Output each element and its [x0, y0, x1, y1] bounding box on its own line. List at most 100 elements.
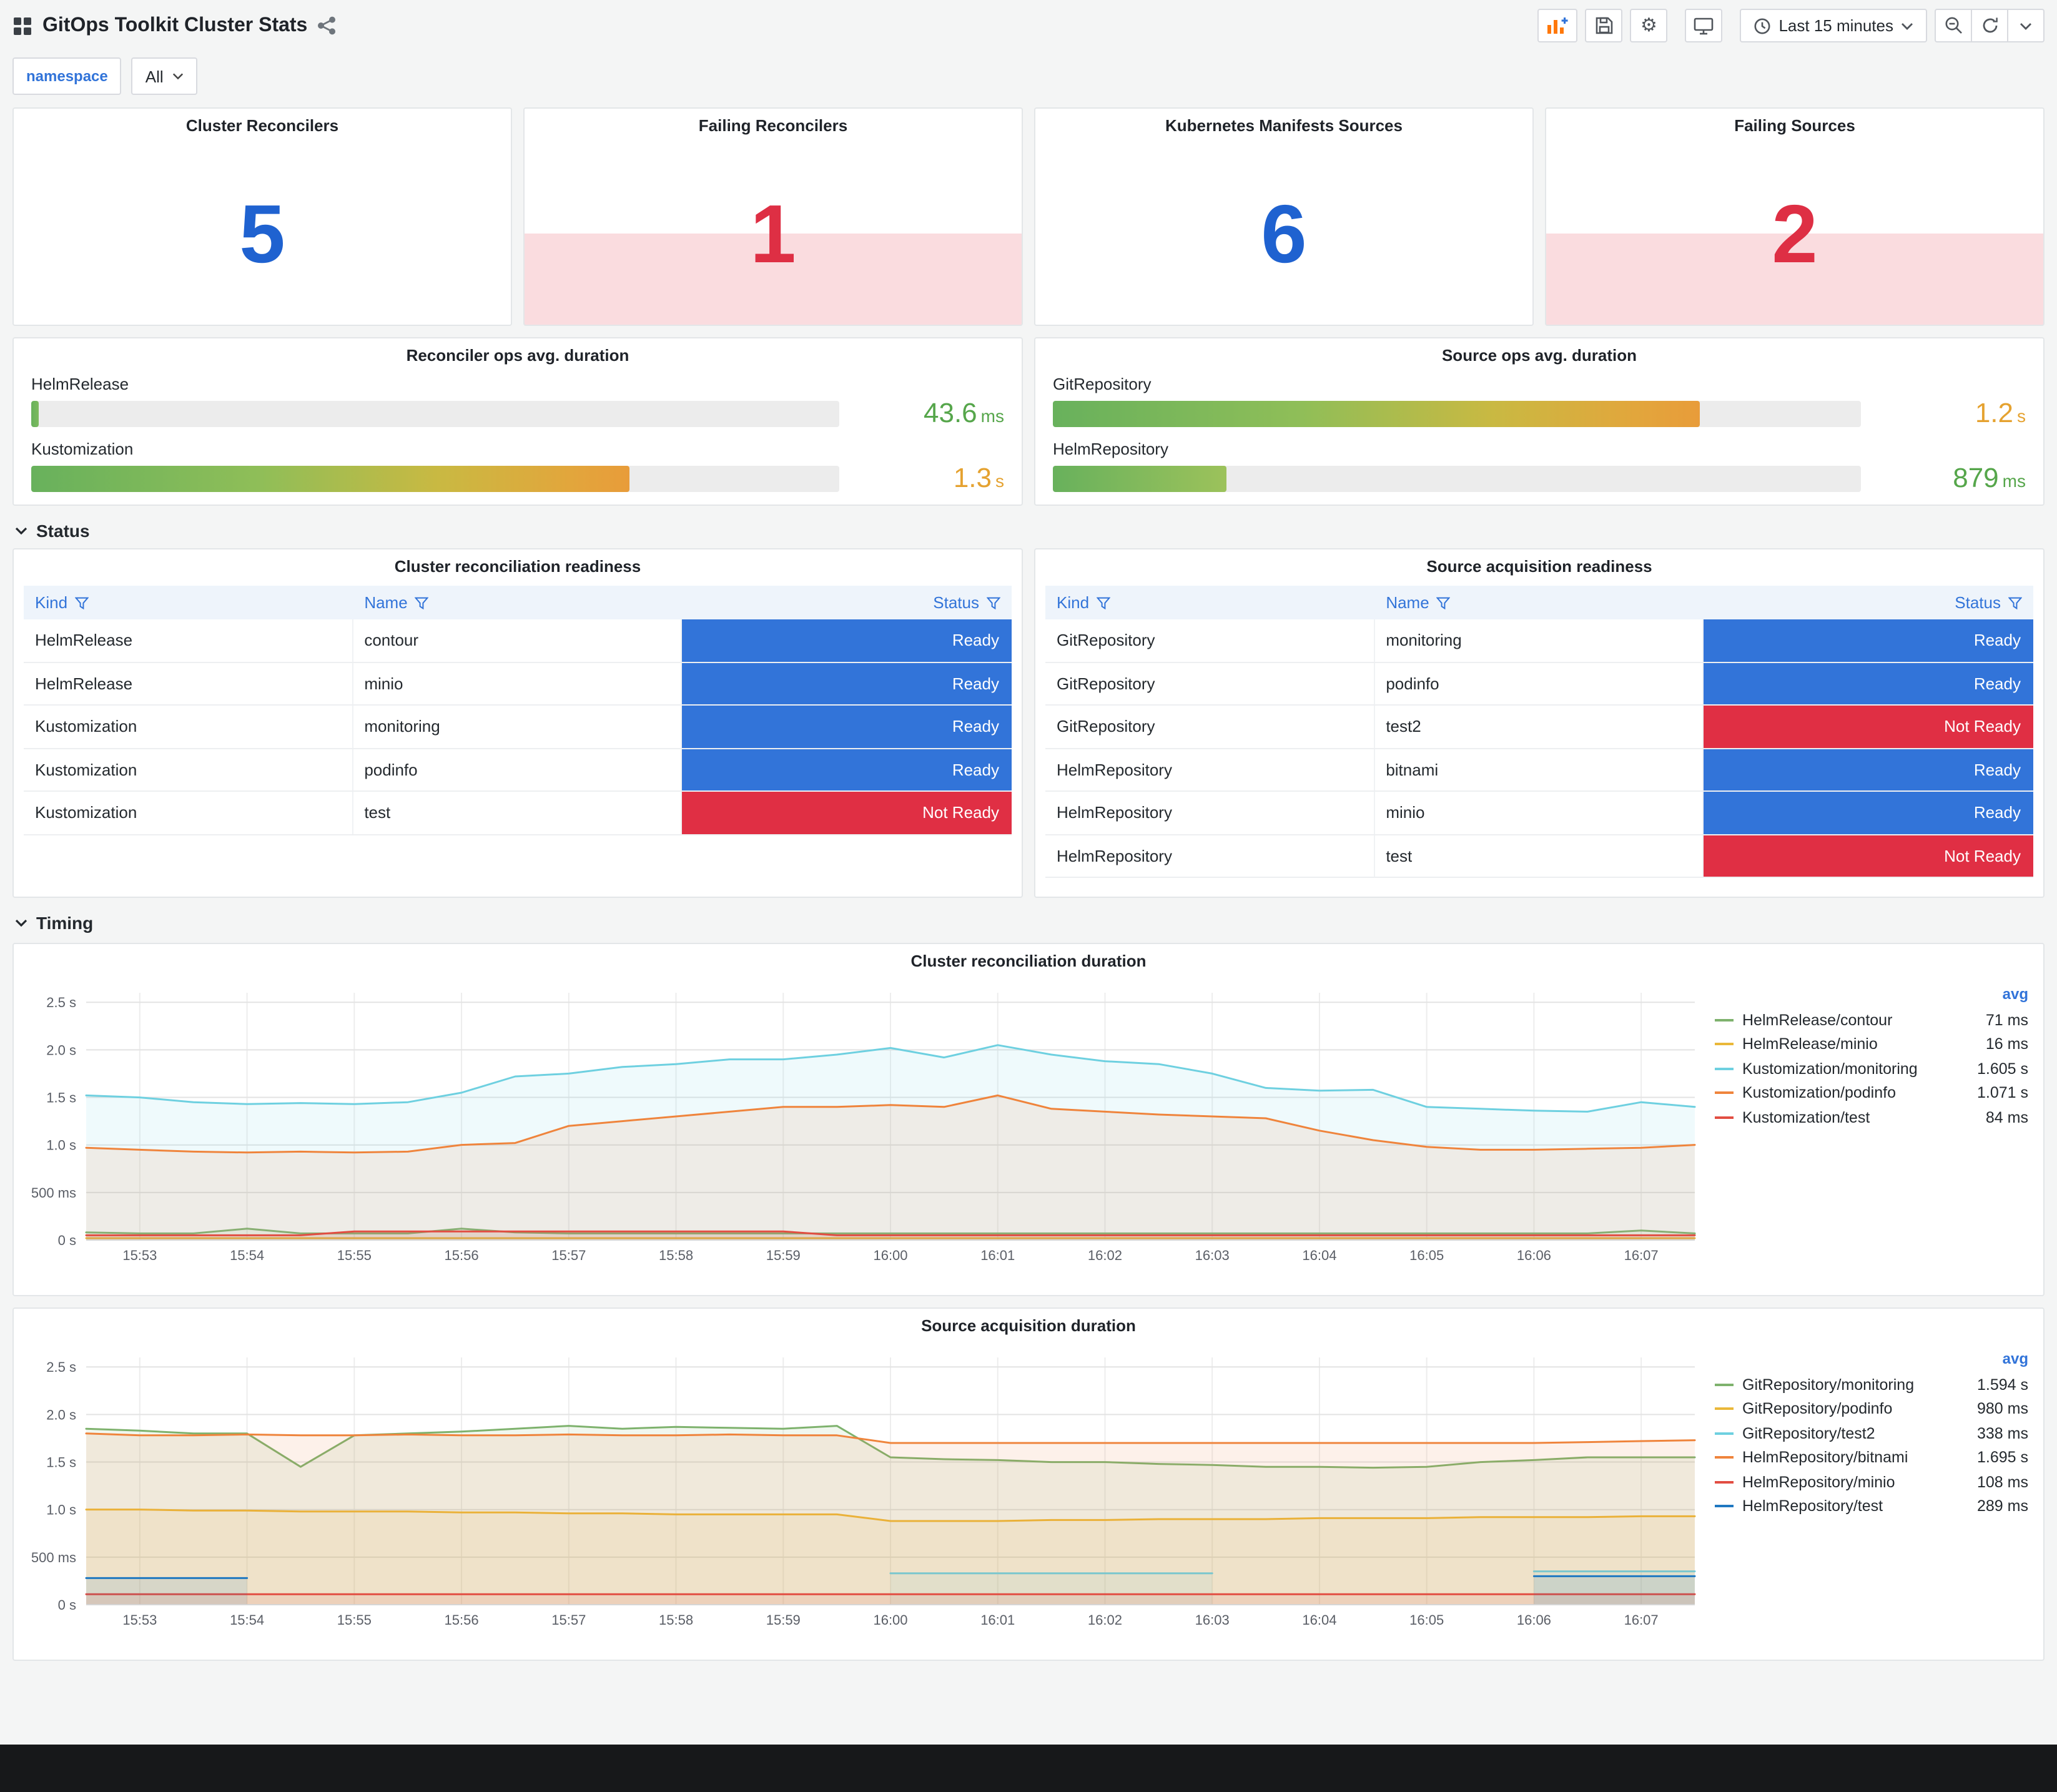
share-icon[interactable] [317, 16, 336, 35]
table-row: HelmRepository minio Ready [1045, 792, 2033, 835]
stat-panel-kubernetes-manifests-sources[interactable]: Kubernetes Manifests Sources 6 [1034, 107, 1534, 326]
filter-funnel-icon[interactable] [415, 596, 429, 609]
stat-value: 6 [1261, 187, 1307, 280]
time-range-picker[interactable]: Last 15 minutes [1740, 9, 1927, 42]
svg-text:16:01: 16:01 [980, 1612, 1015, 1628]
legend-series-color [1715, 1383, 1734, 1386]
gauge-value: 879 ms [1953, 462, 2026, 493]
chart-legend: avg GitRepository/monitoring 1.594 s GitRep… [1712, 1345, 2036, 1641]
cell-status: Not Ready [1704, 706, 2033, 747]
column-header-kind[interactable]: Kind [1045, 586, 1374, 619]
cell-kind: Kustomization [24, 749, 353, 790]
filter-funnel-icon[interactable] [986, 596, 1000, 609]
legend-item[interactable]: HelmRelease/contour 71 ms [1712, 1008, 2028, 1032]
svg-text:1.0 s: 1.0 s [46, 1138, 76, 1153]
filter-funnel-icon[interactable] [1436, 596, 1451, 609]
cell-name: podinfo [353, 749, 683, 790]
bar-gauge-track [31, 465, 839, 491]
dashboard-settings-button[interactable]: ⚙ [1630, 9, 1668, 42]
filter-funnel-icon[interactable] [1097, 596, 1111, 609]
legend-series-name: GitRepository/podinfo [1742, 1400, 1893, 1418]
cycle-view-button[interactable] [1685, 9, 1723, 42]
legend-series-name: HelmRelease/minio [1742, 1035, 1878, 1053]
column-header-status[interactable]: Status [683, 586, 1012, 619]
table-row: GitRepository test2 Not Ready [1045, 706, 2033, 749]
legend-item[interactable]: HelmRepository/test 289 ms [1712, 1494, 2028, 1519]
stat-panel-failing-reconcilers[interactable]: Failing Reconcilers 1 [523, 107, 1023, 326]
gauge-label: Kustomization [31, 440, 134, 458]
variable-label-namespace[interactable]: namespace [12, 57, 122, 95]
status-badge: Ready [682, 706, 1012, 747]
bar-gauge-track [1053, 400, 1861, 426]
column-header-name[interactable]: Name [1374, 586, 1704, 619]
svg-text:15:58: 15:58 [659, 1248, 693, 1263]
filter-funnel-icon[interactable] [2008, 596, 2022, 609]
legend-avg-header: avg [2002, 985, 2028, 1003]
filter-funnel-icon[interactable] [75, 596, 89, 609]
svg-text:15:55: 15:55 [337, 1612, 372, 1628]
column-header-kind[interactable]: Kind [24, 586, 353, 619]
save-dashboard-button[interactable] [1585, 9, 1623, 42]
svg-text:0 s: 0 s [58, 1233, 76, 1248]
refresh-button[interactable] [1971, 9, 2008, 42]
panel-title: Failing Reconcilers [698, 116, 848, 135]
stat-panel-cluster-reconcilers[interactable]: Cluster Reconcilers 5 [12, 107, 512, 326]
legend-series-avg: 1.605 s [1976, 1060, 2028, 1078]
legend-item[interactable]: Kustomization/test 84 ms [1712, 1105, 2028, 1130]
add-panel-button[interactable] [1537, 9, 1578, 42]
svg-text:16:00: 16:00 [873, 1248, 907, 1263]
cell-kind: HelmRepository [1045, 749, 1375, 790]
legend-item[interactable]: HelmRelease/minio 16 ms [1712, 1032, 2028, 1056]
legend-item[interactable]: HelmRepository/bitnami 1.695 s [1712, 1445, 2028, 1470]
panel-title: Reconciler ops avg. duration [406, 346, 629, 365]
svg-text:16:03: 16:03 [1195, 1248, 1230, 1263]
svg-text:16:04: 16:04 [1302, 1612, 1336, 1628]
zoom-out-button[interactable] [1935, 9, 1972, 42]
panel-title: Source ops avg. duration [1441, 346, 1637, 365]
time-series-chart[interactable]: 0 s 500 ms 1.0 s 1.5 s 2.0 s 2.5 s 15:53 15:54 1… [16, 980, 1712, 1276]
cell-status: Not Ready [1704, 835, 2033, 877]
legend-series-color [1715, 1091, 1734, 1095]
legend-series-name: Kustomization/test [1742, 1108, 1870, 1126]
settings-gear-icon: ⚙ [1640, 15, 1657, 36]
gauge-value: 43.6 ms [924, 397, 1004, 428]
svg-text:15:58: 15:58 [659, 1612, 693, 1628]
legend-item[interactable]: GitRepository/monitoring 1.594 s [1712, 1372, 2028, 1397]
column-header-name[interactable]: Name [353, 586, 682, 619]
section-status[interactable]: Status [0, 506, 2057, 548]
stat-panel-failing-sources[interactable]: Failing Sources 2 [1545, 107, 2045, 326]
refresh-interval-dropdown[interactable] [2007, 9, 2045, 42]
svg-text:15:53: 15:53 [122, 1612, 157, 1628]
cell-status: Ready [1704, 749, 2033, 790]
table-row: HelmRepository test Not Ready [1045, 835, 2033, 878]
stat-value: 1 [750, 187, 796, 280]
legend-series-name: HelmRepository/bitnami [1742, 1449, 1908, 1467]
readiness-table: Kind Name Status GitRepository monitoring… [1045, 586, 2033, 878]
table-row: Kustomization test Not Ready [24, 792, 1012, 835]
variable-selected-value: All [145, 67, 164, 86]
section-title: Timing [36, 913, 94, 933]
legend-item[interactable]: Kustomization/monitoring 1.605 s [1712, 1056, 2028, 1081]
column-header-status[interactable]: Status [1704, 586, 2033, 619]
time-series-chart[interactable]: 0 s 500 ms 1.0 s 1.5 s 2.0 s 2.5 s 15:53 15:54 1… [16, 1345, 1712, 1641]
stat-value: 2 [1772, 187, 1818, 280]
legend-item[interactable]: GitRepository/podinfo 980 ms [1712, 1397, 2028, 1421]
legend-item[interactable]: HelmRepository/minio 108 ms [1712, 1470, 2028, 1494]
dashboard-grid-icon[interactable] [12, 16, 32, 36]
svg-text:2.5 s: 2.5 s [46, 1359, 76, 1375]
panel-title: Cluster Reconcilers [185, 116, 339, 135]
svg-text:16:05: 16:05 [1409, 1612, 1444, 1628]
legend-series-name: Kustomization/podinfo [1742, 1084, 1896, 1102]
legend-series-avg: 1.071 s [1976, 1084, 2028, 1102]
legend-series-avg: 84 ms [1985, 1108, 2028, 1126]
legend-item[interactable]: GitRepository/test2 338 ms [1712, 1421, 2028, 1445]
svg-text:16:03: 16:03 [1195, 1612, 1230, 1628]
variable-value-dropdown[interactable]: All [131, 57, 197, 95]
time-range-label: Last 15 minutes [1778, 16, 1893, 35]
legend-item[interactable]: Kustomization/podinfo 1.071 s [1712, 1081, 2028, 1105]
svg-text:15:54: 15:54 [230, 1612, 264, 1628]
section-timing[interactable]: Timing [0, 898, 2057, 940]
cell-kind: GitRepository [1045, 662, 1375, 704]
bar-gauge-track [31, 400, 839, 426]
table-row: Kustomization podinfo Ready [24, 749, 1012, 792]
